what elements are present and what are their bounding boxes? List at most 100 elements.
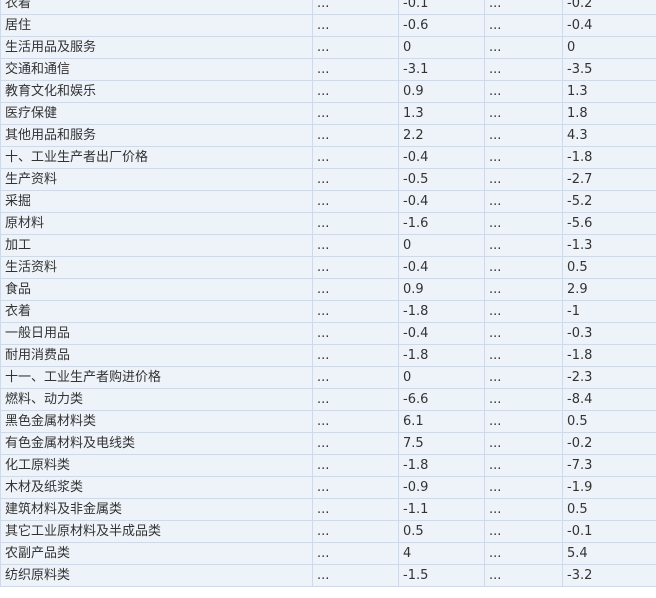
- row-value-1: -6.6: [398, 388, 485, 411]
- row-value-2: 0.5: [562, 410, 656, 433]
- row-col1-placeholder: ...: [312, 80, 399, 103]
- row-value-1: -1.8: [398, 454, 485, 477]
- row-value-1: 0.9: [398, 80, 485, 103]
- row-col3-placeholder: ...: [484, 0, 563, 15]
- row-value-2: 0.5: [562, 256, 656, 279]
- row-col1-placeholder: ...: [312, 476, 399, 499]
- table-row: 食品... 0.9... 2.9: [0, 278, 656, 301]
- row-label: 生活资料: [0, 256, 313, 279]
- row-value-2: 5.4: [562, 542, 656, 565]
- table-row: 有色金属材料及电线类... 7.5... -0.2: [0, 432, 656, 455]
- row-label: 衣着: [0, 0, 313, 15]
- row-label: 生产资料: [0, 168, 313, 191]
- row-col1-placeholder: ...: [312, 256, 399, 279]
- row-col3-placeholder: ...: [484, 278, 563, 301]
- row-label: 生活用品及服务: [0, 36, 313, 59]
- row-value-2: -1: [562, 300, 656, 323]
- row-label: 耐用消费品: [0, 344, 313, 367]
- row-value-1: 2.2: [398, 124, 485, 147]
- table-row: 生产资料... -0.5... -2.7: [0, 168, 656, 191]
- row-label: 教育文化和娱乐: [0, 80, 313, 103]
- row-value-2: -0.1: [562, 520, 656, 543]
- row-value-2: 0: [562, 36, 656, 59]
- row-label: 黑色金属材料类: [0, 410, 313, 433]
- row-col3-placeholder: ...: [484, 36, 563, 59]
- row-label: 农副产品类: [0, 542, 313, 565]
- row-col1-placeholder: ...: [312, 190, 399, 213]
- row-col3-placeholder: ...: [484, 124, 563, 147]
- row-label: 采掘: [0, 190, 313, 213]
- row-value-2: 1.8: [562, 102, 656, 125]
- row-col1-placeholder: ...: [312, 124, 399, 147]
- row-col1-placeholder: ...: [312, 58, 399, 81]
- row-col3-placeholder: ...: [484, 168, 563, 191]
- row-label: 化工原料类: [0, 454, 313, 477]
- row-value-1: 4: [398, 542, 485, 565]
- row-value-2: -1.9: [562, 476, 656, 499]
- row-col3-placeholder: ...: [484, 520, 563, 543]
- row-col3-placeholder: ...: [484, 564, 563, 587]
- row-col3-placeholder: ...: [484, 388, 563, 411]
- row-col3-placeholder: ...: [484, 476, 563, 499]
- row-col3-placeholder: ...: [484, 190, 563, 213]
- row-col3-placeholder: ...: [484, 498, 563, 521]
- price-index-table: 衣着... -0.1... -0.2 居住... -0.6... -0.4 生活用品及服务.…: [0, 0, 656, 587]
- table-row: 生活资料... -0.4... 0.5: [0, 256, 656, 279]
- row-label: 建筑材料及非金属类: [0, 498, 313, 521]
- row-col3-placeholder: ...: [484, 58, 563, 81]
- table-row: 医疗保健... 1.3... 1.8: [0, 102, 656, 125]
- table-row: 其它工业原材料及半成品类... 0.5... -0.1: [0, 520, 656, 543]
- row-value-2: -5.6: [562, 212, 656, 235]
- row-col3-placeholder: ...: [484, 322, 563, 345]
- row-value-1: 0: [398, 234, 485, 257]
- row-label: 十一、工业生产者购进价格: [0, 366, 313, 389]
- row-value-2: -1.3: [562, 234, 656, 257]
- table-body: 衣着... -0.1... -0.2 居住... -0.6... -0.4 生活用品及服务.…: [0, 0, 656, 587]
- row-col3-placeholder: ...: [484, 14, 563, 37]
- row-col1-placeholder: ...: [312, 36, 399, 59]
- table-row: 衣着... -1.8... -1: [0, 300, 656, 323]
- table-row: 其他用品和服务... 2.2... 4.3: [0, 124, 656, 147]
- row-col3-placeholder: ...: [484, 212, 563, 235]
- table-row: 采掘... -0.4... -5.2: [0, 190, 656, 213]
- row-value-2: -0.3: [562, 322, 656, 345]
- row-value-1: -0.5: [398, 168, 485, 191]
- row-value-1: 0.5: [398, 520, 485, 543]
- row-col1-placeholder: ...: [312, 542, 399, 565]
- table-row: 交通和通信... -3.1... -3.5: [0, 58, 656, 81]
- row-value-1: 0: [398, 36, 485, 59]
- row-label: 有色金属材料及电线类: [0, 432, 313, 455]
- table-row: 衣着... -0.1... -0.2: [0, 0, 656, 15]
- row-col1-placeholder: ...: [312, 102, 399, 125]
- row-value-1: -0.4: [398, 146, 485, 169]
- row-value-1: -1.1: [398, 498, 485, 521]
- row-value-1: -0.1: [398, 0, 485, 15]
- row-value-1: 6.1: [398, 410, 485, 433]
- row-value-1: -1.8: [398, 344, 485, 367]
- row-col1-placeholder: ...: [312, 564, 399, 587]
- row-value-2: -5.2: [562, 190, 656, 213]
- row-value-2: -2.3: [562, 366, 656, 389]
- table-row: 加工... 0... -1.3: [0, 234, 656, 257]
- row-label: 衣着: [0, 300, 313, 323]
- row-label: 医疗保健: [0, 102, 313, 125]
- row-value-1: -1.8: [398, 300, 485, 323]
- row-col1-placeholder: ...: [312, 410, 399, 433]
- row-value-1: -0.4: [398, 256, 485, 279]
- row-value-1: 0: [398, 366, 485, 389]
- row-col3-placeholder: ...: [484, 432, 563, 455]
- row-value-1: 1.3: [398, 102, 485, 125]
- table-row: 燃料、动力类... -6.6... -8.4: [0, 388, 656, 411]
- row-label: 纺织原料类: [0, 564, 313, 587]
- row-value-2: -7.3: [562, 454, 656, 477]
- row-col3-placeholder: ...: [484, 146, 563, 169]
- row-value-1: -0.4: [398, 322, 485, 345]
- row-label: 交通和通信: [0, 58, 313, 81]
- table-row: 建筑材料及非金属类... -1.1... 0.5: [0, 498, 656, 521]
- row-value-2: -0.2: [562, 0, 656, 15]
- row-col1-placeholder: ...: [312, 278, 399, 301]
- row-col1-placeholder: ...: [312, 168, 399, 191]
- row-value-2: -8.4: [562, 388, 656, 411]
- row-col3-placeholder: ...: [484, 344, 563, 367]
- row-col1-placeholder: ...: [312, 366, 399, 389]
